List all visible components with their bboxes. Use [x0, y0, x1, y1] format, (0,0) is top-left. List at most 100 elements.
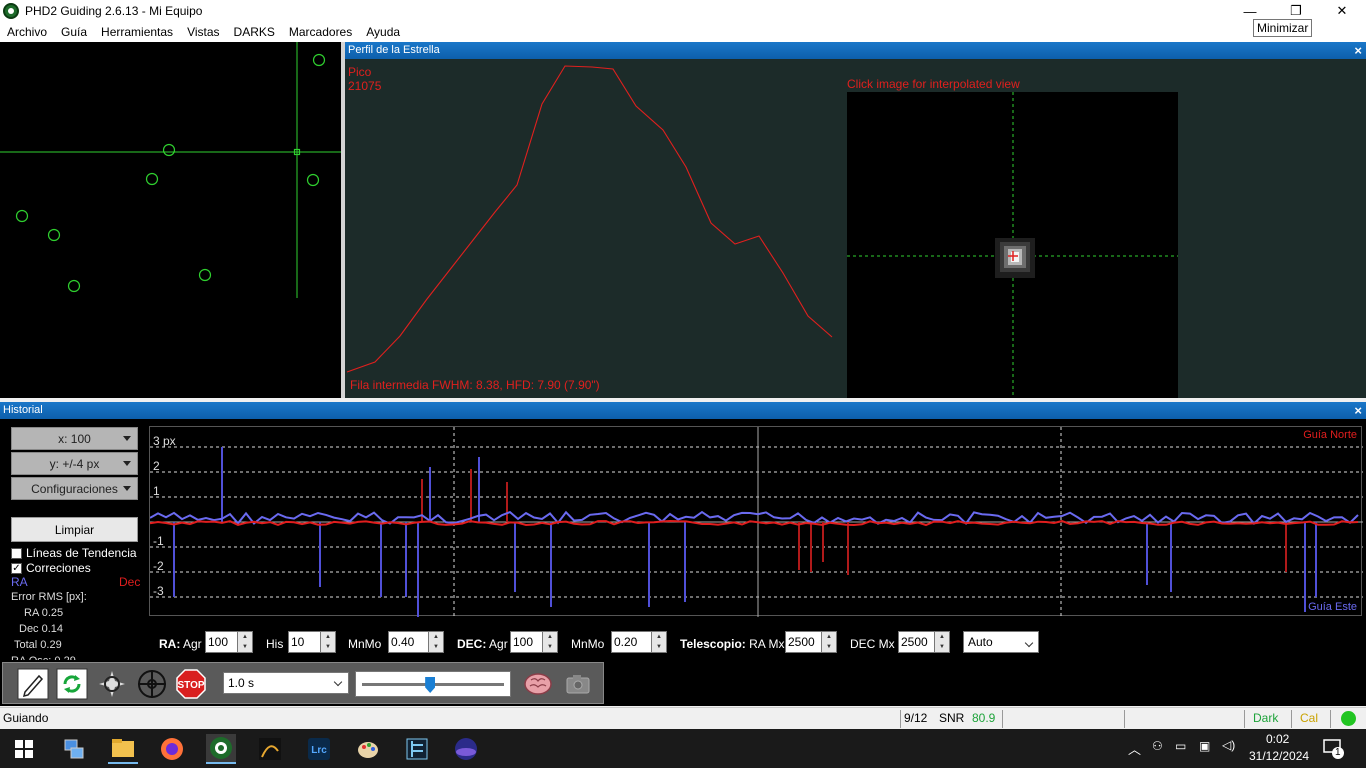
profile-curve: [346, 65, 833, 373]
dec-params-label: DEC: Agr: [457, 637, 508, 651]
star-marker: [306, 173, 320, 187]
volume-icon[interactable]: ◁): [1222, 738, 1235, 752]
dark-indicator: Dark: [1253, 711, 1279, 725]
corrections-checkbox[interactable]: ✓ Correciones: [11, 561, 91, 575]
star-marker: [198, 268, 212, 282]
auto-select-star-icon[interactable]: [95, 667, 129, 701]
paint-icon[interactable]: [353, 734, 383, 764]
history-pane: Historial × x: 100 y: +/-4 px Configurac…: [0, 402, 1366, 667]
rms-title: Error RMS [px]:: [11, 591, 87, 603]
history-header: Historial ×: [0, 402, 1366, 419]
y-tick-label: -1: [153, 534, 164, 548]
menu-marcadores[interactable]: Marcadores: [282, 25, 359, 39]
clear-button[interactable]: Limpiar: [11, 517, 138, 542]
tray-chevron-up-icon[interactable]: ︿: [1128, 739, 1141, 758]
guide-graph[interactable]: 3 px 2 1 -1 -2 -3 Guía Norte Guía Este: [149, 426, 1363, 617]
close-button[interactable]: ✕: [1319, 0, 1365, 22]
stop-icon[interactable]: STOP: [174, 667, 208, 701]
star-profile-pane: Perfil de la Estrella × Pico 21075 Click…: [345, 42, 1366, 398]
menu-darks[interactable]: DARKS: [227, 25, 282, 39]
menu-guia[interactable]: Guía: [54, 25, 94, 39]
settings-dropdown[interactable]: Configuraciones: [11, 477, 138, 500]
menu-ayuda[interactable]: Ayuda: [359, 25, 407, 39]
frame-count: 9/12: [904, 711, 928, 725]
minimize-tooltip: Minimizar: [1253, 19, 1313, 37]
ra-max-duration-spinner[interactable]: 2500 ▲ ▼: [785, 631, 837, 653]
stacking-app-icon[interactable]: [402, 734, 432, 764]
rms-ra: RA 0.25: [24, 607, 64, 619]
snr-value: 80.9: [972, 711, 996, 725]
menu-archivo[interactable]: Archivo: [0, 25, 54, 39]
dec-max-duration-spinner[interactable]: 2500 ▲ ▼: [898, 631, 950, 653]
clock-date[interactable]: 31/12/2024: [1249, 749, 1309, 763]
dec-legend[interactable]: Dec: [119, 575, 140, 589]
windows-start-icon[interactable]: [9, 734, 39, 764]
window-title: PHD2 Guiding 2.6.13 - Mi Equipo: [25, 4, 203, 18]
dec-guide-mode-select[interactable]: Auto: [963, 631, 1039, 653]
star-marker: [47, 228, 61, 242]
gamma-slider[interactable]: [355, 671, 511, 697]
ra-params-label: RA: Agr: [159, 637, 202, 651]
ra-hysteresis-spinner[interactable]: 10 ▲ ▼: [288, 631, 336, 653]
history-title: Historial: [3, 404, 43, 416]
tray-people-icon[interactable]: ⚇: [1152, 739, 1163, 753]
star-marker: [162, 143, 176, 157]
svg-text:Lrc: Lrc: [311, 745, 327, 756]
network-icon[interactable]: ▣: [1199, 739, 1210, 753]
profile-header: Perfil de la Estrella ×: [345, 42, 1366, 59]
star-image: [995, 238, 1035, 278]
checkmark-icon: ✓: [11, 562, 22, 574]
camera-view[interactable]: [0, 42, 341, 398]
ra-minmove-spinner[interactable]: 0.40 ▲ ▼: [388, 631, 444, 653]
slider-thumb[interactable]: [425, 677, 436, 693]
guide-state: Guiando: [3, 711, 49, 725]
star-thumbnail[interactable]: [847, 92, 1178, 398]
battery-icon[interactable]: ▭: [1175, 739, 1186, 753]
network-app-icon[interactable]: [59, 734, 89, 764]
fwhm-readout: Fila intermedia FWHM: 8.38, HFD: 7.90 (7…: [350, 378, 600, 392]
y-scale-dropdown[interactable]: y: +/-4 px: [11, 452, 138, 475]
close-icon[interactable]: ×: [1354, 402, 1362, 419]
camera-settings-icon[interactable]: [561, 667, 595, 701]
dec-minmove-label: MnMo: [571, 637, 605, 651]
loop-icon[interactable]: [55, 667, 89, 701]
close-icon[interactable]: ×: [1354, 42, 1362, 59]
y-tick-label: -2: [153, 559, 164, 573]
star-marker: [15, 209, 29, 223]
status-bar: Guiando 9/12 SNR 80.9 Dark Cal: [0, 707, 1366, 729]
star-marker: [312, 53, 326, 67]
snr-label: SNR: [939, 711, 965, 725]
y-tick-label: 2: [153, 459, 160, 473]
notification-icon[interactable]: 1: [1322, 737, 1344, 759]
file-explorer-icon[interactable]: [108, 734, 138, 764]
pencil-icon[interactable]: [16, 667, 50, 701]
clock-time[interactable]: 0:02: [1266, 732, 1289, 746]
exposure-duration-select[interactable]: 1.0 s: [223, 672, 349, 694]
lightroom-icon[interactable]: Lrc: [304, 734, 334, 764]
profile-title: Perfil de la Estrella: [348, 44, 440, 56]
y-tick-label: 1: [153, 484, 160, 498]
phd2-taskbar-icon[interactable]: [206, 734, 236, 764]
guide-north-label: Guía Norte: [1303, 429, 1357, 441]
dec-aggression-spinner[interactable]: 100 ▲ ▼: [510, 631, 558, 653]
ra-aggression-spinner[interactable]: 100 ▲ ▼: [205, 631, 253, 653]
guide-east-label: Guía Este: [1308, 601, 1357, 613]
dec-minmove-spinner[interactable]: 0.20 ▲ ▼: [611, 631, 667, 653]
brain-icon[interactable]: [521, 667, 555, 701]
ra-hysteresis-label: His: [266, 637, 284, 651]
menu-herramientas[interactable]: Herramientas: [94, 25, 180, 39]
star-marker: [67, 279, 81, 293]
connection-status-icon: [1341, 711, 1356, 726]
scope-label: Telescopio: RA Mx: [680, 637, 785, 651]
ra-legend[interactable]: RA: [11, 575, 28, 589]
menu-vistas[interactable]: Vistas: [180, 25, 226, 39]
trend-lines-checkbox[interactable]: Líneas de Tendencia: [11, 546, 137, 560]
guide-crosshair-icon[interactable]: [135, 667, 169, 701]
firefox-icon[interactable]: [157, 734, 187, 764]
chevron-down-icon: [123, 486, 131, 491]
sharpcap-icon[interactable]: [255, 734, 285, 764]
stellarium-icon[interactable]: [451, 734, 481, 764]
title-bar: PHD2 Guiding 2.6.13 - Mi Equipo — ❐ ✕: [0, 0, 1366, 22]
guide-params-row: RA: Agr 100 ▲ ▼ His 10 ▲ ▼ MnMo 0.40 ▲ ▼ DEC: …: [0, 627, 1366, 655]
x-scale-dropdown[interactable]: x: 100: [11, 427, 138, 450]
